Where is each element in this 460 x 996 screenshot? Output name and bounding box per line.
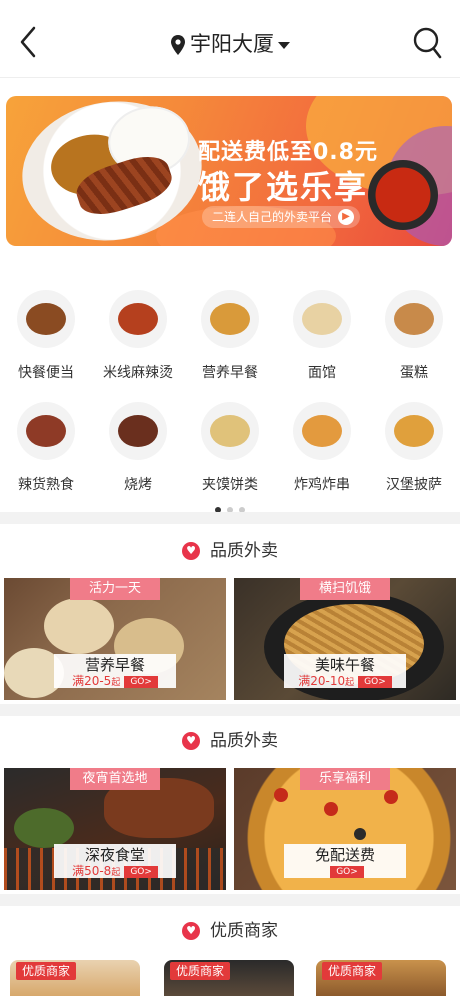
banner-slogan: 饿了选乐享 [198,168,369,206]
promo-card-breakfast[interactable]: 活力一天 营养早餐 满20-5起 GO> [4,578,226,700]
category-label: 蛋糕 [400,365,428,381]
category-label: 辣货熟食 [18,477,74,493]
section-title: 优质商家 [0,920,460,942]
card-title: 营养早餐 [84,656,145,674]
card-title: 免配送费 [314,846,375,864]
promo-card-late-night[interactable]: 夜宵首选地 深夜食堂 满50-8起 GO> [4,768,226,890]
sausage-icon [17,402,75,460]
section-title: 品质外卖 [0,540,460,562]
card-tag: 乐享福利 [300,768,390,790]
heart-icon [182,542,200,560]
section-divider [0,894,460,906]
card-discount: 满50-8起 GO> [54,864,176,880]
crayfish-bowl-image [368,160,438,230]
section-title: 品质外卖 [0,730,460,752]
card-tag: 活力一天 [70,578,160,600]
section-divider [0,512,460,524]
location-pin-icon [171,35,185,55]
card-title: 深夜食堂 [84,846,145,864]
noodle-pot-icon [109,290,167,348]
category-item[interactable]: 烧烤 [92,402,184,494]
category-item[interactable]: 快餐便当 [0,290,92,382]
page-indicator [0,498,460,513]
promo-card-free-delivery[interactable]: 乐享福利 免配送费 GO> [234,768,456,890]
category-label: 快餐便当 [18,365,74,381]
fried-chicken-icon [293,402,351,460]
location-name: 宇阳大厦 [190,32,274,56]
merchant-card[interactable]: 优质商家 [316,960,446,996]
merchant-tag: 优质商家 [16,962,77,980]
promo-banner[interactable]: 配送费低至0.8元 饿了选乐享 二连人自己的外卖平台 ▶ [6,96,452,246]
category-item[interactable]: 辣货熟食 [0,402,92,494]
card-info: 免配送费 GO> [284,844,406,878]
category-item[interactable]: 面馆 [276,290,368,382]
search-icon[interactable] [412,26,442,60]
category-label: 汉堡披萨 [386,477,442,493]
category-item[interactable]: 汉堡披萨 [368,402,460,494]
card-tag: 夜宵首选地 [70,768,160,790]
category-label: 面馆 [308,365,336,381]
section-divider [0,704,460,716]
category-label: 烧烤 [124,477,152,493]
merchant-card[interactable]: 优质商家 [164,960,294,996]
category-item[interactable]: 夹馍饼类 [184,402,276,494]
go-button[interactable]: GO> [124,675,158,688]
card-info: 深夜食堂 满50-8起 GO> [54,844,176,878]
dropdown-caret-icon [278,41,290,49]
category-label: 夹馍饼类 [202,477,258,493]
category-item[interactable]: 米线麻辣烫 [92,290,184,382]
card-discount: GO> [284,864,406,878]
breakfast-icon [201,290,259,348]
banner-pill[interactable]: 二连人自己的外卖平台 ▶ [202,206,361,228]
card-discount: 满20-5起 GO> [54,674,176,690]
category-label: 营养早餐 [202,365,258,381]
location-selector[interactable]: 宇阳大厦 [0,30,460,58]
merchant-tag: 优质商家 [322,962,383,980]
card-info: 营养早餐 满20-5起 GO> [54,654,176,688]
card-tag: 横扫饥饿 [300,578,390,600]
promo-card-lunch[interactable]: 横扫饥饿 美味午餐 满20-10起 GO> [234,578,456,700]
flatbread-icon [201,402,259,460]
barbecue-icon [109,402,167,460]
merchant-tag: 优质商家 [170,962,231,980]
category-label: 炸鸡炸串 [294,477,350,493]
noodle-bowl-icon [293,290,351,348]
go-button[interactable]: GO> [330,865,364,878]
go-button[interactable]: GO> [124,865,158,878]
banner-pill-text: 二连人自己的外卖平台 [212,210,333,224]
category-label: 米线麻辣烫 [103,365,173,381]
category-item[interactable]: 炸鸡炸串 [276,402,368,494]
card-discount: 满20-10起 GO> [284,674,406,690]
cake-icon [385,290,443,348]
card-title: 美味午餐 [314,656,375,674]
card-info: 美味午餐 满20-10起 GO> [284,654,406,688]
fast-food-icon [17,290,75,348]
category-item[interactable]: 蛋糕 [368,290,460,382]
pizza-icon [385,402,443,460]
category-item[interactable]: 营养早餐 [184,290,276,382]
top-bar: 宇阳大厦 [0,0,460,78]
merchant-card[interactable]: 优质商家 [10,960,140,996]
heart-icon [182,732,200,750]
heart-icon [182,922,200,940]
chevron-right-icon: ▶ [338,209,355,225]
go-button[interactable]: GO> [358,675,392,688]
